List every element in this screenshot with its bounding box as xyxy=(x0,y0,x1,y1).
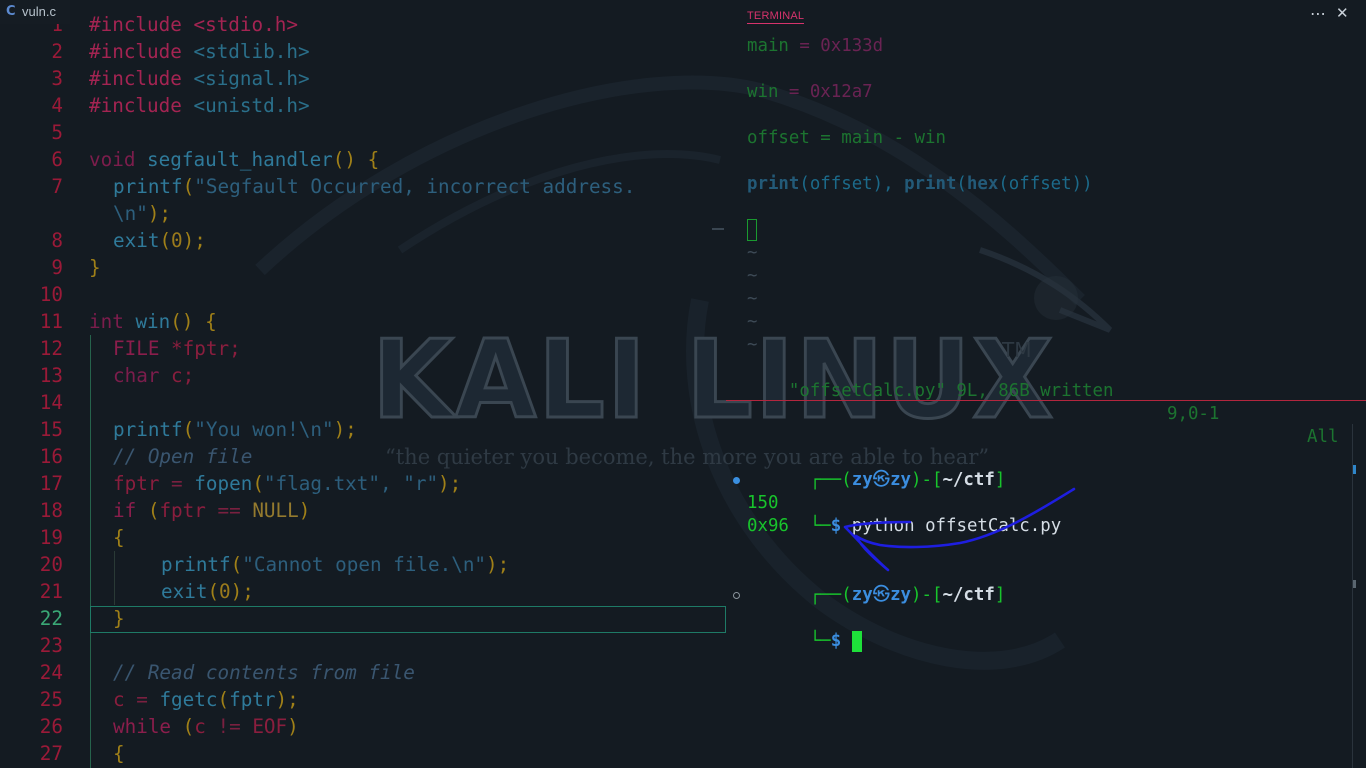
output-line: 0x96 xyxy=(747,516,789,536)
vim-empty-line: ~ xyxy=(747,289,758,309)
line-number: 24 xyxy=(39,661,63,684)
terminal-cursor xyxy=(851,630,862,652)
input-line: └─$ xyxy=(733,584,1347,652)
vim-line xyxy=(747,58,1347,81)
code-line: 20 printf("Cannot open file.\n"); xyxy=(0,551,726,578)
code-line: 11 int win() { xyxy=(0,308,726,335)
code-line: 2 #include <stdlib.h> xyxy=(0,38,726,65)
terminal-scrollbar[interactable] xyxy=(1352,424,1366,768)
line-number: 21 xyxy=(39,580,63,603)
line-number: 27 xyxy=(39,742,63,765)
code-line: 3 #include <signal.h> xyxy=(0,65,726,92)
line-number: 3 xyxy=(51,67,63,90)
code-line: 27{ xyxy=(0,740,726,767)
tab-filename: vuln.c xyxy=(22,4,56,19)
code-lines: 1 #include <stdio.h> 2 #include <stdlib.h>… xyxy=(0,11,726,767)
line-number: 7 xyxy=(51,175,63,198)
code-line: 21 exit(0); xyxy=(0,578,726,605)
line-number: 17 xyxy=(39,472,63,495)
command-status-dot-icon[interactable] xyxy=(733,592,740,599)
vim-empty-line: ~ xyxy=(747,335,758,355)
code-line: 24// Read contents from file xyxy=(0,659,726,686)
line-number: 12 xyxy=(39,337,63,360)
line-number: 20 xyxy=(39,553,63,576)
line-number: 10 xyxy=(39,283,63,306)
line-number: 6 xyxy=(51,148,63,171)
code-line: 7 printf("Segfault Occurred, incorrect ad… xyxy=(0,173,726,200)
code-line: 1 #include <stdio.h> xyxy=(0,11,726,38)
line-number: 25 xyxy=(39,688,63,711)
vim-buffer[interactable]: main = 0x133d win = 0x12a7 offset = main… xyxy=(747,35,1347,357)
vim-status-file: "offsetCalc.py" 9L, 86B written xyxy=(788,381,1114,401)
code-line: 25 c = fgetc(fptr); xyxy=(0,686,726,713)
output-line: 150 xyxy=(747,493,779,513)
code-line: 9} xyxy=(0,254,726,281)
code-line: 17 fptr = fopen("flag.txt", "r"); xyxy=(0,470,726,497)
editor-tab-vuln-c[interactable]: C vuln.c xyxy=(0,0,70,24)
vim-status-position: 9,0-1 xyxy=(1167,404,1220,424)
terminal-panel[interactable]: TERMINAL ⋯ ✕ main = 0x133d win = 0x12a7 … xyxy=(726,0,1366,768)
line-number: 4 xyxy=(51,94,63,117)
line-number: 23 xyxy=(39,634,63,657)
line-number: 13 xyxy=(39,364,63,387)
vim-status-line: "offsetCalc.py" 9L, 86B written 9,0-1 Al… xyxy=(747,357,1347,447)
line-number: 16 xyxy=(39,445,63,468)
line-number: 19 xyxy=(39,526,63,549)
vim-line: win = 0x12a7 xyxy=(747,82,873,102)
line-number: 9 xyxy=(51,256,63,279)
scrollbar-marker xyxy=(1353,580,1356,588)
code-line: 23 xyxy=(0,632,726,659)
line-number: 11 xyxy=(39,310,63,333)
code-line: 6 void segfault_handler() { xyxy=(0,146,726,173)
vim-line: main = 0x133d xyxy=(747,36,884,56)
code-line: 19{ xyxy=(0,524,726,551)
vim-empty-line: ~ xyxy=(747,312,758,332)
command-status-dot-icon[interactable] xyxy=(733,477,740,484)
terminal-split-divider[interactable] xyxy=(726,400,1366,401)
pane-sash-handle[interactable] xyxy=(712,228,724,230)
code-line: 5 xyxy=(0,119,726,146)
vim-empty-line: ~ xyxy=(747,243,758,263)
prompt-line: ┌──(zy㉿zy)-[~/ctf] xyxy=(809,585,1006,605)
code-line: 26 while (c != EOF) xyxy=(0,713,726,740)
scrollbar-marker xyxy=(1353,465,1356,474)
code-line: 8 exit(0); xyxy=(0,227,726,254)
code-line: 16// Open file xyxy=(0,443,726,470)
c-file-icon: C xyxy=(6,4,16,19)
vim-line: offset = main - win xyxy=(747,128,946,148)
vim-cursor xyxy=(747,219,757,241)
line-number: 8 xyxy=(51,229,63,252)
code-editor[interactable]: C vuln.c 1 #include <stdio.h> 2 #include <… xyxy=(0,0,726,768)
line-number: 18 xyxy=(39,499,63,522)
more-actions-icon[interactable]: ⋯ xyxy=(1310,4,1326,23)
prompt-line: ┌──(zy㉿zy)-[~/ctf] xyxy=(809,470,1006,490)
line-number-active: 22 xyxy=(39,607,63,630)
code-line: 4 #include <unistd.h> xyxy=(0,92,726,119)
code-line: 13 char c; xyxy=(0,362,726,389)
line-number: 5 xyxy=(51,121,63,144)
shell-output[interactable]: ┌──(zy㉿zy)-[~/ctf] └─$ python offsetCalc… xyxy=(733,446,1347,652)
line-number: 15 xyxy=(39,418,63,441)
vim-line: print(offset), print(hex(offset)) xyxy=(747,174,1093,194)
line-number: 2 xyxy=(51,40,63,63)
vim-line xyxy=(747,219,1347,242)
vim-line xyxy=(747,196,1347,219)
code-line: 14 xyxy=(0,389,726,416)
code-line: 10 xyxy=(0,281,726,308)
close-icon[interactable]: ✕ xyxy=(1336,4,1349,22)
line-number: 14 xyxy=(39,391,63,414)
tab-terminal[interactable]: TERMINAL xyxy=(747,10,805,24)
code-line: 18 if (fptr == NULL) xyxy=(0,497,726,524)
code-line: \n"); xyxy=(113,202,172,225)
code-line: 22} xyxy=(0,605,726,632)
code-line: 12 FILE *fptr; xyxy=(0,335,726,362)
code-line: 15 printf("You won!\n"); xyxy=(0,416,726,443)
vim-line xyxy=(747,104,1347,127)
vim-line xyxy=(747,150,1347,173)
vim-empty-line: ~ xyxy=(747,266,758,286)
command-line: └─$ python offsetCalc.py xyxy=(733,469,1347,536)
line-number: 26 xyxy=(39,715,63,738)
